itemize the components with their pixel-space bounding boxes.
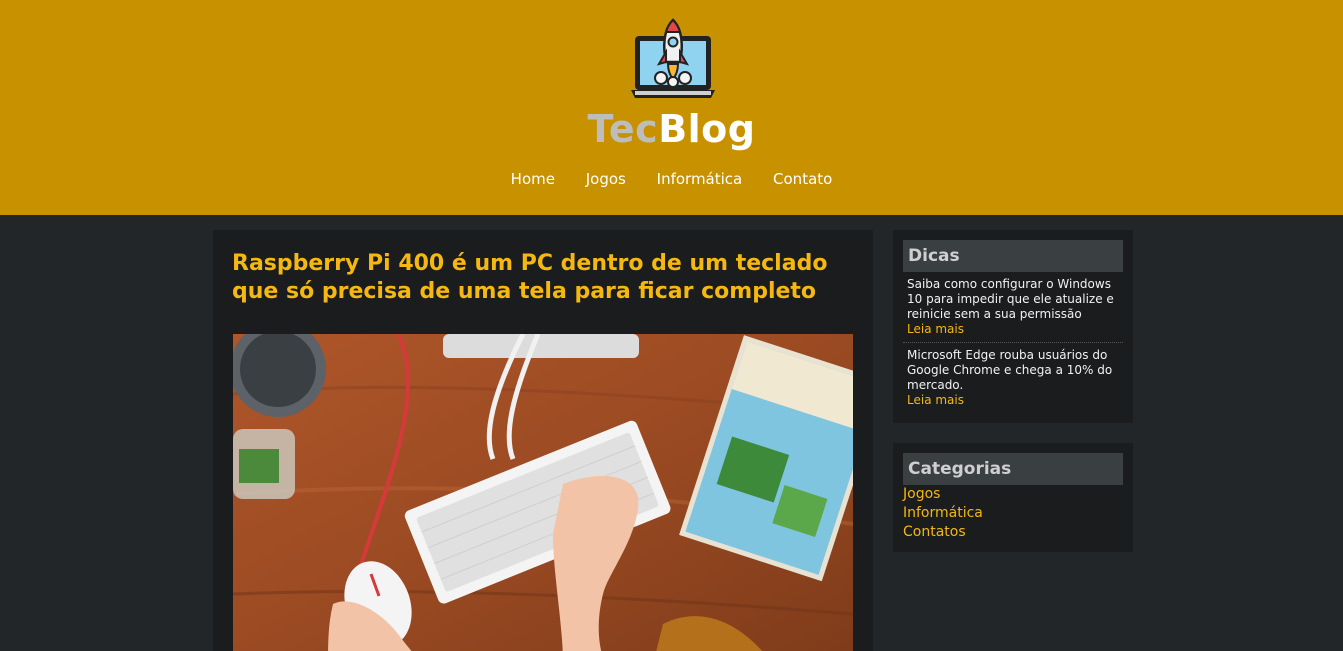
site-header: TecBlog Home Jogos Informática Contato — [0, 0, 1343, 215]
category-link-contatos[interactable]: Contatos — [903, 523, 966, 542]
nav-home[interactable]: Home — [511, 170, 555, 188]
category-link-informatica[interactable]: Informática — [903, 504, 983, 523]
article-image[interactable] — [233, 334, 853, 651]
tip-read-more-link[interactable]: Leia mais — [907, 322, 1123, 337]
tips-heading: Dicas — [903, 240, 1123, 272]
brand-part-1: Tec — [587, 107, 659, 151]
tip-item: Saiba como configurar o Windows 10 para … — [907, 277, 1123, 337]
categories-box: Categorias Jogos Informática Contatos — [893, 443, 1133, 552]
rocket-laptop-icon[interactable] — [631, 18, 715, 102]
nav-informatica[interactable]: Informática — [657, 170, 743, 188]
main-article: Raspberry Pi 400 é um PC dentro de um te… — [213, 230, 873, 651]
category-link-jogos[interactable]: Jogos — [903, 485, 940, 504]
tip-text: Microsoft Edge rouba usuários do Google … — [907, 348, 1113, 392]
main-nav: Home Jogos Informática Contato — [0, 170, 1343, 188]
tip-text: Saiba como configurar o Windows 10 para … — [907, 277, 1114, 321]
nav-jogos[interactable]: Jogos — [586, 170, 626, 188]
categories-heading: Categorias — [903, 453, 1123, 485]
brand-part-2: Blog — [658, 107, 756, 151]
article-title[interactable]: Raspberry Pi 400 é um PC dentro de um te… — [232, 250, 862, 306]
tips-box: Dicas Saiba como configurar o Windows 10… — [893, 230, 1133, 423]
site-brand[interactable]: TecBlog — [0, 104, 1343, 154]
tip-divider — [903, 342, 1123, 343]
nav-contato[interactable]: Contato — [773, 170, 832, 188]
tip-read-more-link[interactable]: Leia mais — [907, 393, 1123, 408]
tip-item: Microsoft Edge rouba usuários do Google … — [907, 348, 1123, 408]
